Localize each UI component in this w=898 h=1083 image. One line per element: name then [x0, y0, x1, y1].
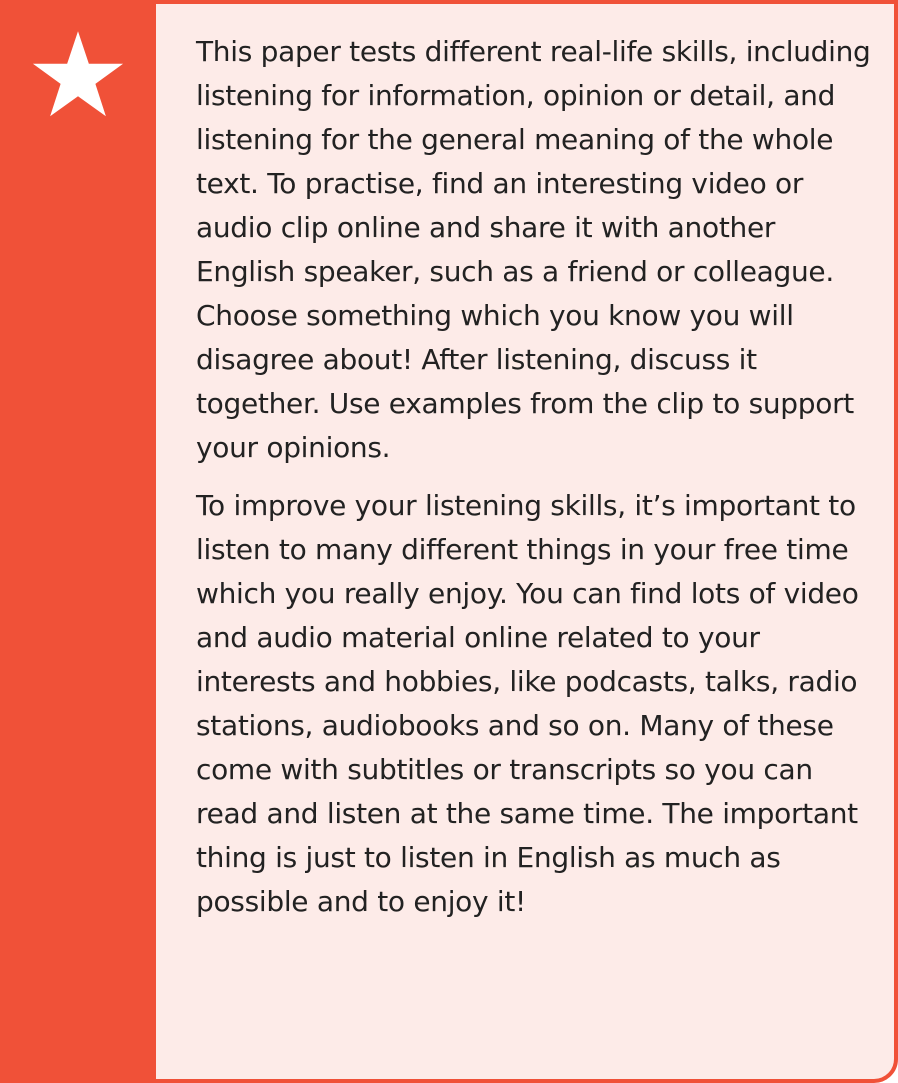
tip-sidebar [4, 4, 156, 1079]
tip-content: This paper tests different real-life ski… [156, 4, 894, 1079]
tip-paragraph-practise: This paper tests different real-life ski… [196, 35, 871, 464]
tip-box: This paper tests different real-life ski… [0, 0, 898, 1083]
star-icon [32, 31, 124, 117]
tip-paragraph-improve: To improve your listening skills, it’s i… [196, 489, 859, 918]
